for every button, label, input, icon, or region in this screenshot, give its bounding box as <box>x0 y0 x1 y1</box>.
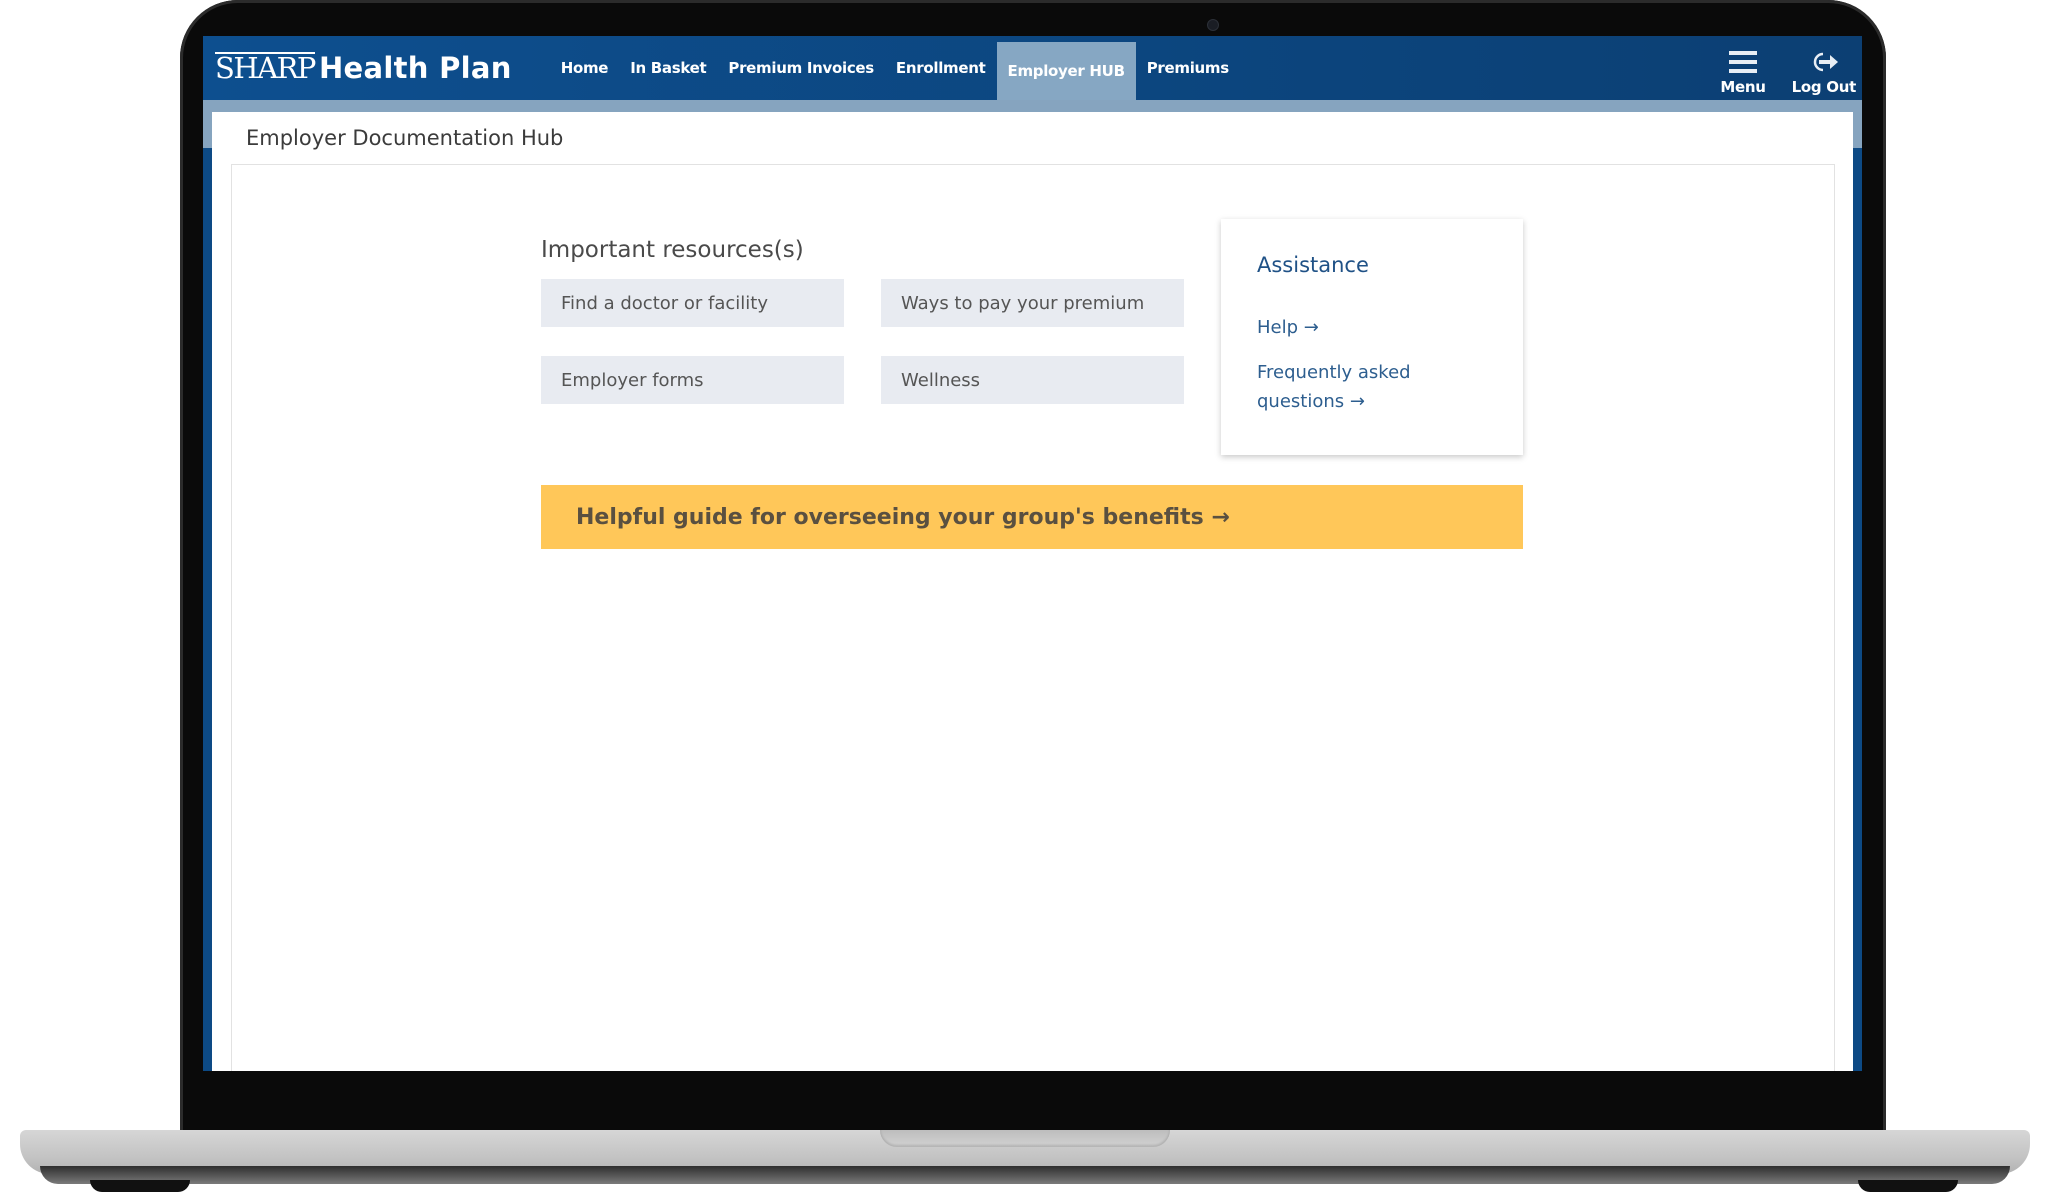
content-area: Important resources(s) Find a doctor or … <box>231 164 1835 1071</box>
page-title: Employer Documentation Hub <box>246 126 564 150</box>
laptop-foot-left <box>90 1180 190 1192</box>
assistance-heading: Assistance <box>1257 253 1369 277</box>
resources-heading: Important resources(s) <box>541 237 804 263</box>
logout-label: Log Out <box>1791 78 1857 96</box>
laptop-base-underside <box>40 1166 2010 1184</box>
nav-actions: Menu Log Out <box>1714 36 1862 100</box>
laptop-notch <box>880 1130 1170 1147</box>
screen: SHARP Health Plan Home In Basket Premium… <box>203 36 1862 1071</box>
nav-item-premium-invoices[interactable]: Premium Invoices <box>717 36 885 100</box>
logout-icon <box>1808 46 1840 78</box>
nav-items: Home In Basket Premium Invoices Enrollme… <box>550 36 1240 100</box>
hamburger-menu-icon <box>1729 46 1758 78</box>
laptop-foot-right <box>1858 1180 1958 1192</box>
nav-item-enrollment[interactable]: Enrollment <box>885 36 997 100</box>
logo[interactable]: SHARP Health Plan <box>215 51 512 85</box>
assistance-card: Assistance Help → Frequently asked quest… <box>1221 219 1523 455</box>
help-link[interactable]: Help → <box>1257 313 1319 342</box>
nav-item-employer-hub[interactable]: Employer HUB <box>996 42 1136 100</box>
top-nav: SHARP Health Plan Home In Basket Premium… <box>203 36 1862 100</box>
logo-brand: SHARP <box>215 51 316 85</box>
faq-link[interactable]: Frequently asked questions → <box>1257 358 1457 416</box>
resource-find-doctor[interactable]: Find a doctor or facility <box>541 279 844 327</box>
resource-employer-forms[interactable]: Employer forms <box>541 356 844 404</box>
menu-button[interactable]: Menu <box>1714 46 1771 100</box>
logout-button[interactable]: Log Out <box>1786 46 1862 100</box>
camera-icon <box>1207 19 1219 31</box>
logo-product: Health Plan <box>318 51 512 85</box>
benefits-guide-banner[interactable]: Helpful guide for overseeing your group'… <box>541 485 1523 549</box>
resource-wellness[interactable]: Wellness <box>881 356 1184 404</box>
resource-ways-to-pay[interactable]: Ways to pay your premium <box>881 279 1184 327</box>
menu-label: Menu <box>1720 78 1766 96</box>
main-panel: Employer Documentation Hub Important res… <box>212 112 1853 1071</box>
nav-item-in-basket[interactable]: In Basket <box>619 36 717 100</box>
nav-item-home[interactable]: Home <box>550 36 619 100</box>
nav-item-premiums[interactable]: Premiums <box>1136 36 1240 100</box>
